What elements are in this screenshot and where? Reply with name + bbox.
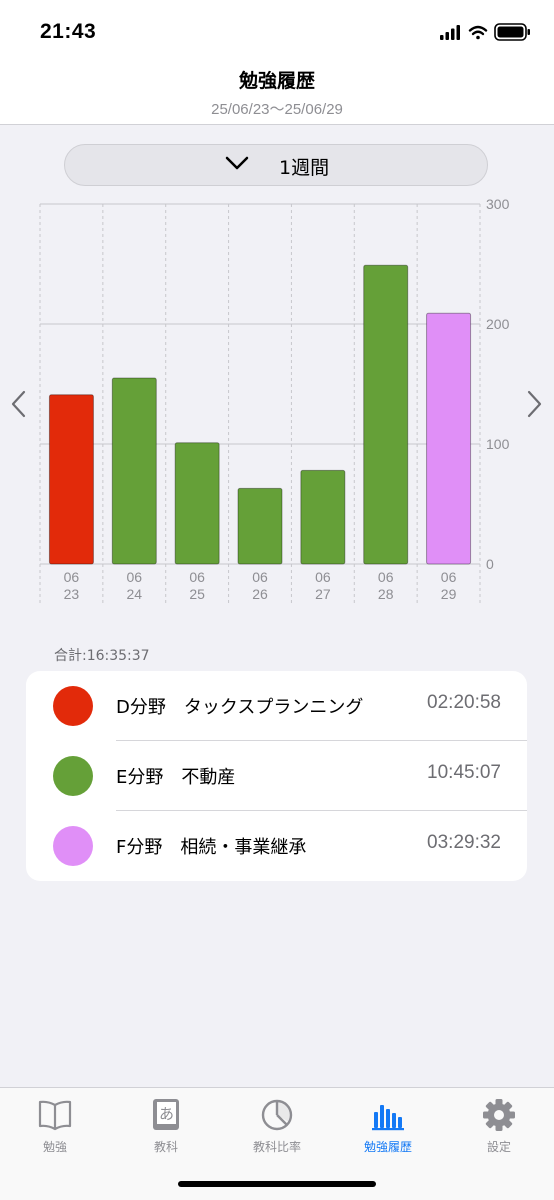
subject-name: F分野 相続・事業継承 <box>116 837 307 858</box>
x-tick-label-day: 24 <box>126 586 142 602</box>
bar <box>111 377 157 565</box>
list-item[interactable]: E分野 不動産 10:45:07 <box>26 741 527 811</box>
x-tick-label-day: 26 <box>252 586 268 602</box>
tab-label: 教科 <box>153 1140 178 1154</box>
study-history-bar-chart: 01002003000623062406250626062706280629 <box>39 196 510 603</box>
bar-chart-icon <box>372 1105 404 1131</box>
tab-study[interactable]: 勉強 <box>0 1088 110 1158</box>
header: 21:43 勉強履歴 25/06/23〜25/06/29 <box>0 0 554 125</box>
gear-icon <box>483 1099 515 1131</box>
svg-text:あ: あ <box>159 1105 174 1123</box>
list-item[interactable]: F分野 相続・事業継承 03:29:32 <box>26 811 527 881</box>
subject-name: E分野 不動産 <box>116 767 236 788</box>
x-tick-label-day: 28 <box>378 586 394 602</box>
subject-name: D分野 タックスプランニング <box>116 697 364 718</box>
tab-label: 勉強履歴 <box>363 1140 412 1154</box>
book-icon <box>38 1100 72 1131</box>
page-title: 勉強履歴 <box>238 70 315 92</box>
total-time: 合計:16:35:37 <box>54 648 150 664</box>
period-label: 1週間 <box>279 157 330 179</box>
home-indicator <box>178 1181 376 1187</box>
bar <box>300 469 346 565</box>
tab-label: 勉強 <box>42 1140 67 1154</box>
status-icons <box>440 22 532 42</box>
subject-time: 03:29:32 <box>427 832 501 853</box>
cellular-signal-icon <box>440 25 460 40</box>
subject-time: 10:45:07 <box>427 762 501 783</box>
status-time: 21:43 <box>40 20 97 43</box>
tab-study-history[interactable]: 勉強履歴 <box>333 1088 443 1158</box>
bar <box>426 312 472 565</box>
x-tick-label-month: 06 <box>189 569 205 585</box>
x-tick-label-month: 06 <box>126 569 142 585</box>
list-item[interactable]: D分野 タックスプランニング 02:20:58 <box>26 671 527 741</box>
pie-chart-icon <box>261 1099 293 1131</box>
wifi-icon <box>468 25 488 40</box>
tab-subjects[interactable]: あ 教科 <box>111 1088 221 1158</box>
date-range: 25/06/23〜25/06/29 <box>211 101 343 118</box>
tab-subject-ratio[interactable]: 教科比率 <box>222 1088 332 1158</box>
x-tick-label-day: 25 <box>189 586 205 602</box>
bar <box>363 264 409 565</box>
x-tick-label-month: 06 <box>252 569 268 585</box>
textbook-icon: あ <box>153 1099 179 1130</box>
period-selector[interactable]: 1週間 <box>64 144 488 186</box>
x-tick-label-day: 27 <box>315 586 331 602</box>
y-tick-label: 300 <box>486 196 510 212</box>
bar <box>237 487 283 565</box>
color-dot <box>53 756 93 796</box>
color-dot <box>53 686 93 726</box>
x-tick-label-month: 06 <box>378 569 394 585</box>
x-tick-label-month: 06 <box>441 569 457 585</box>
battery-icon <box>494 23 530 41</box>
subject-time: 02:20:58 <box>427 692 501 713</box>
bar <box>48 394 94 565</box>
tab-label: 設定 <box>486 1140 511 1154</box>
x-tick-label-month: 06 <box>315 569 331 585</box>
tab-settings[interactable]: 設定 <box>444 1088 554 1158</box>
y-tick-label: 100 <box>486 436 510 452</box>
bar <box>174 442 220 565</box>
y-tick-label: 0 <box>486 556 494 572</box>
x-tick-label-month: 06 <box>64 569 80 585</box>
x-tick-label-day: 23 <box>64 586 80 602</box>
subject-list: D分野 タックスプランニング 02:20:58 E分野 不動産 10:45:07… <box>26 671 527 881</box>
tab-label: 教科比率 <box>252 1140 301 1154</box>
y-tick-label: 200 <box>486 316 510 332</box>
color-dot <box>53 826 93 866</box>
chevron-down-icon <box>225 156 249 170</box>
x-tick-label-day: 29 <box>441 586 457 602</box>
